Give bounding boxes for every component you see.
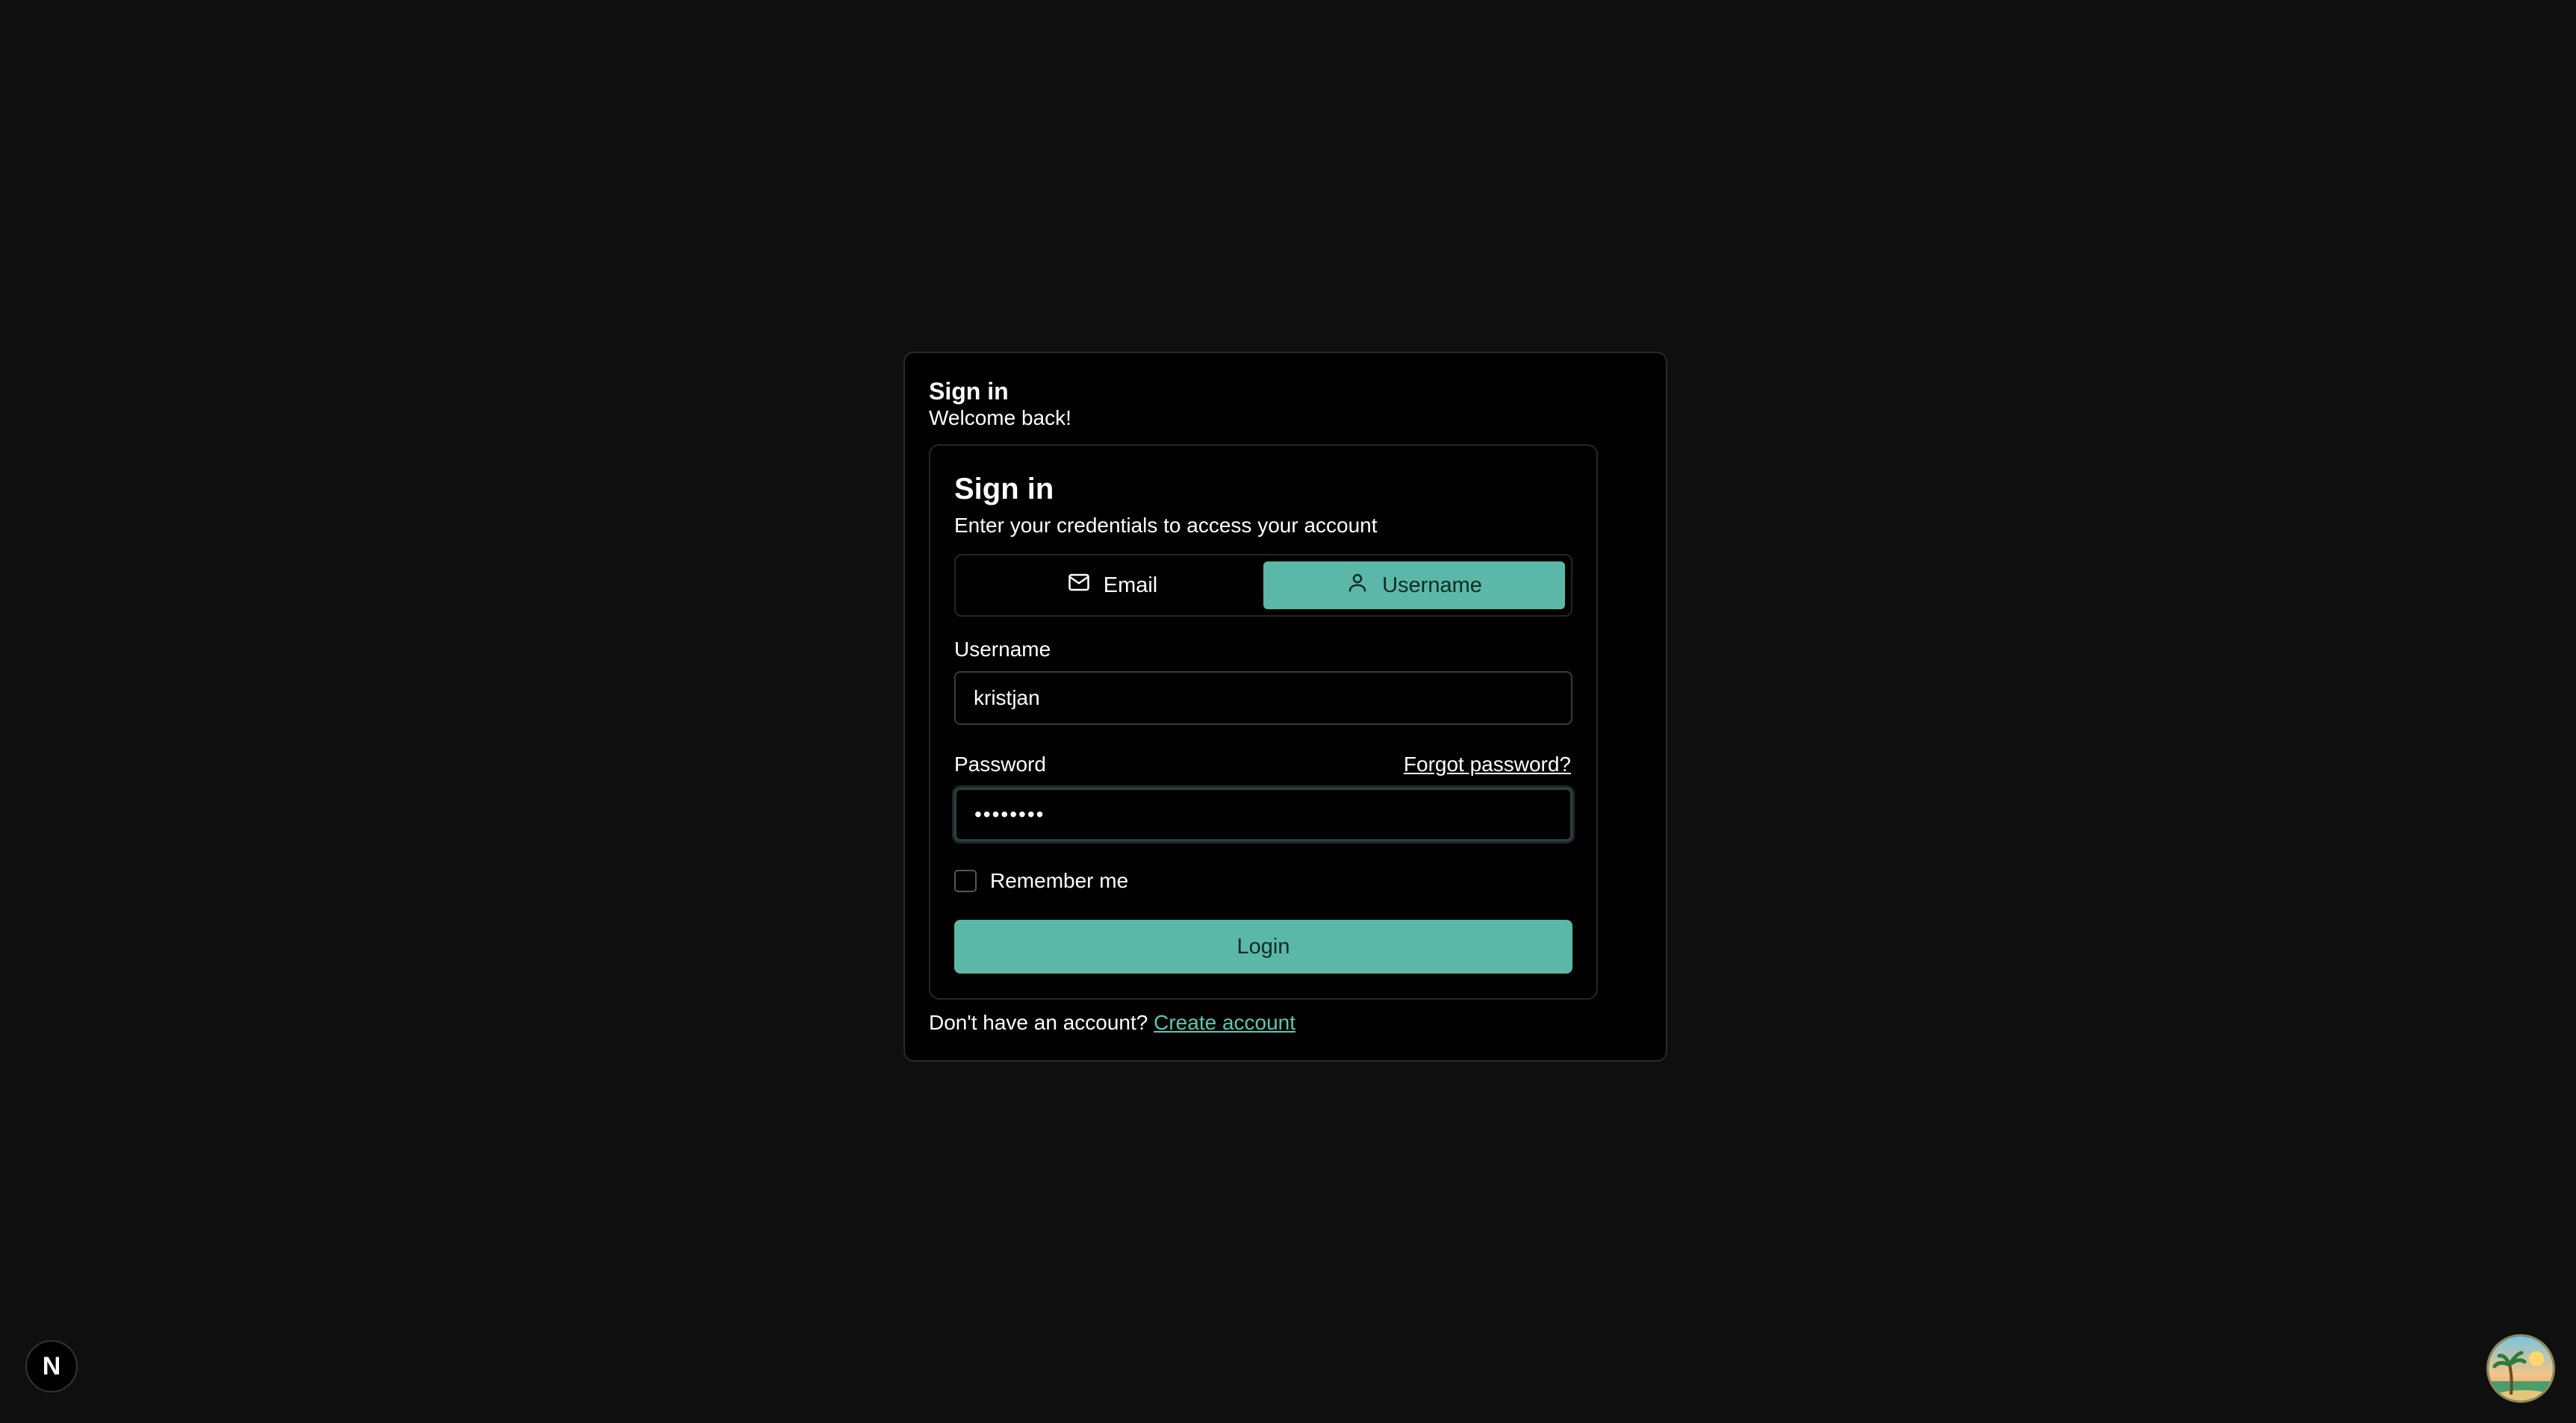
sign-in-outer-card: Sign in Welcome back! Sign in Enter your… <box>903 352 1667 1062</box>
form-subtitle: Enter your credentials to access your ac… <box>954 514 1378 537</box>
create-account-link[interactable]: Create account <box>1154 1011 1295 1034</box>
beach-avatar-icon <box>2489 1336 2553 1401</box>
username-label: Username <box>954 638 1051 661</box>
password-field[interactable] <box>954 788 1572 841</box>
tab-email[interactable]: Email <box>962 561 1263 609</box>
mail-icon <box>1068 571 1090 600</box>
tab-username-label: Username <box>1382 573 1482 597</box>
tab-username[interactable]: Username <box>1263 561 1565 609</box>
avatar[interactable] <box>2486 1334 2555 1403</box>
remember-me-checkbox[interactable] <box>954 870 977 892</box>
forgot-password-link[interactable]: Forgot password? <box>1404 752 1571 777</box>
user-icon <box>1346 571 1369 600</box>
signup-prompt-text: Don't have an account? <box>929 1011 1148 1034</box>
password-label: Password <box>954 753 1046 776</box>
login-method-tabs: Email Username <box>954 554 1572 617</box>
nextjs-logo-icon: N <box>42 1351 61 1380</box>
form-title: Sign in <box>954 473 1054 505</box>
remember-me-label: Remember me <box>990 869 1129 892</box>
nextjs-dev-badge[interactable]: N <box>25 1340 78 1392</box>
outer-title: Sign in <box>929 378 1009 405</box>
outer-subtitle: Welcome back! <box>929 406 1071 429</box>
login-button[interactable]: Login <box>954 920 1572 974</box>
remember-me-row[interactable]: Remember me <box>954 869 1128 893</box>
username-field[interactable] <box>954 671 1572 725</box>
tab-email-label: Email <box>1103 573 1158 597</box>
login-form-card: Sign in Enter your credentials to access… <box>929 444 1598 1000</box>
signup-prompt: Don't have an account? Create account <box>929 1010 1295 1036</box>
